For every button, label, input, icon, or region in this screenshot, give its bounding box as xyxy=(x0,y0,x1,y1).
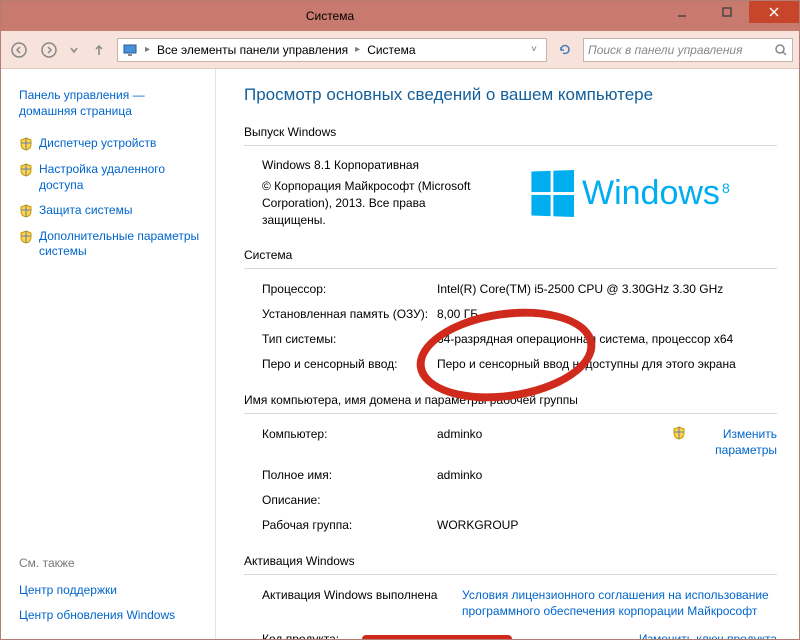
pen-touch-value: Перо и сенсорный ввод недоступны для это… xyxy=(437,356,777,373)
ram-value: 8,00 ГБ xyxy=(437,306,777,323)
breadcrumb-segment-system[interactable]: Система xyxy=(365,43,417,57)
refresh-button[interactable] xyxy=(553,38,577,62)
sidebar-label: Диспетчер устройств xyxy=(39,136,156,152)
advanced-settings-link[interactable]: Дополнительные параметры системы xyxy=(19,224,205,265)
back-button[interactable] xyxy=(7,38,31,62)
up-button[interactable] xyxy=(87,38,111,62)
breadcrumb[interactable]: ▸ Все элементы панели управления ▸ Систе… xyxy=(117,38,547,62)
edition-block: Windows 8.1 Корпоративная © Корпорация М… xyxy=(244,154,777,228)
titlebar: Система xyxy=(1,1,799,31)
forward-button[interactable] xyxy=(37,38,61,62)
minimize-button[interactable] xyxy=(659,1,704,23)
edition-name: Windows 8.1 Корпоративная xyxy=(262,154,511,178)
shield-icon xyxy=(19,204,33,218)
shield-icon xyxy=(19,163,33,177)
system-type-label: Тип системы: xyxy=(262,331,437,348)
desc-label: Описание: xyxy=(262,492,437,509)
product-key-label: Код продукта: xyxy=(262,631,362,639)
sidebar-label: Настройка удаленного доступа xyxy=(39,162,205,193)
maximize-button[interactable] xyxy=(704,1,749,23)
sidebar-label: Центр обновления Windows xyxy=(19,608,175,624)
cpu-value: Intel(R) Core(TM) i5-2500 CPU @ 3.30GHz … xyxy=(437,281,777,298)
page-heading: Просмотр основных сведений о вашем компь… xyxy=(244,85,777,119)
fullname-value: adminko xyxy=(437,467,672,484)
workgroup-value: WORKGROUP xyxy=(437,517,672,534)
shield-icon xyxy=(672,426,686,440)
sidebar: Панель управления — домашняя страница Ди… xyxy=(1,69,216,639)
windows-logo-icon xyxy=(531,170,574,217)
recent-dropdown[interactable] xyxy=(67,38,81,62)
computer-label: Компьютер: xyxy=(262,426,437,460)
system-type-value: 64-разрядная операционная система, проце… xyxy=(437,331,777,348)
sidebar-label: Защита системы xyxy=(39,203,132,219)
logo-text: Windows xyxy=(582,174,720,212)
edition-section-title: Выпуск Windows xyxy=(244,119,777,146)
system-section-title: Система xyxy=(244,242,777,269)
windows-update-link[interactable]: Центр обновления Windows xyxy=(19,603,205,629)
window-title: Система xyxy=(1,9,659,23)
change-settings-label: Изменить параметры xyxy=(690,426,777,460)
system-properties-window: Система ▸ Все элементы панели управления… xyxy=(0,0,800,640)
redacted-scribble xyxy=(362,635,512,639)
toolbar: ▸ Все элементы панели управления ▸ Систе… xyxy=(1,31,799,69)
change-settings-link[interactable]: Изменить параметры xyxy=(672,426,777,460)
copyright-text: © Корпорация Майкрософт (Microsoft Corpo… xyxy=(262,178,492,228)
search-input[interactable]: Поиск в панели управления xyxy=(583,38,793,62)
name-section-title: Имя компьютера, имя домена и параметры р… xyxy=(244,387,777,414)
workgroup-label: Рабочая группа: xyxy=(262,517,437,534)
activation-section-title: Активация Windows xyxy=(244,548,777,575)
breadcrumb-segment-cp[interactable]: Все элементы панели управления xyxy=(155,43,350,57)
system-protection-link[interactable]: Защита системы xyxy=(19,198,205,224)
chevron-right-icon: ▸ xyxy=(142,44,153,55)
search-placeholder: Поиск в панели управления xyxy=(588,43,743,57)
close-button[interactable] xyxy=(749,1,799,23)
window-buttons xyxy=(659,1,799,31)
sidebar-label: Дополнительные параметры системы xyxy=(39,229,205,260)
activation-status: Активация Windows выполнена xyxy=(262,587,462,619)
content: Просмотр основных сведений о вашем компь… xyxy=(216,69,799,639)
eula-link[interactable]: Условия лицензионного соглашения на испо… xyxy=(462,587,777,619)
body: Панель управления — домашняя страница Ди… xyxy=(1,69,799,639)
shield-icon xyxy=(19,230,33,244)
fullname-label: Полное имя: xyxy=(262,467,437,484)
pen-touch-label: Перо и сенсорный ввод: xyxy=(262,356,437,373)
product-key-value xyxy=(362,631,512,639)
chevron-down-icon[interactable]: ˅ xyxy=(528,44,540,55)
see-also-heading: См. также xyxy=(19,550,205,578)
logo-version: 8 xyxy=(722,180,730,196)
cp-home-link[interactable]: Панель управления — домашняя страница xyxy=(19,83,205,131)
device-manager-link[interactable]: Диспетчер устройств xyxy=(19,131,205,157)
sidebar-label: Центр поддержки xyxy=(19,583,117,599)
change-key-link[interactable]: Изменить ключ продукта xyxy=(639,631,777,639)
ram-label: Установленная память (ОЗУ): xyxy=(262,306,437,323)
chevron-right-icon: ▸ xyxy=(352,44,363,55)
remote-settings-link[interactable]: Настройка удаленного доступа xyxy=(19,157,205,198)
shield-icon xyxy=(19,137,33,151)
computer-value: adminko xyxy=(437,426,672,460)
search-icon xyxy=(774,43,788,57)
cpu-label: Процессор: xyxy=(262,281,437,298)
windows-logo: Windows8 xyxy=(527,154,777,228)
computer-icon xyxy=(122,42,138,58)
action-center-link[interactable]: Центр поддержки xyxy=(19,578,205,604)
desc-value xyxy=(437,492,672,509)
